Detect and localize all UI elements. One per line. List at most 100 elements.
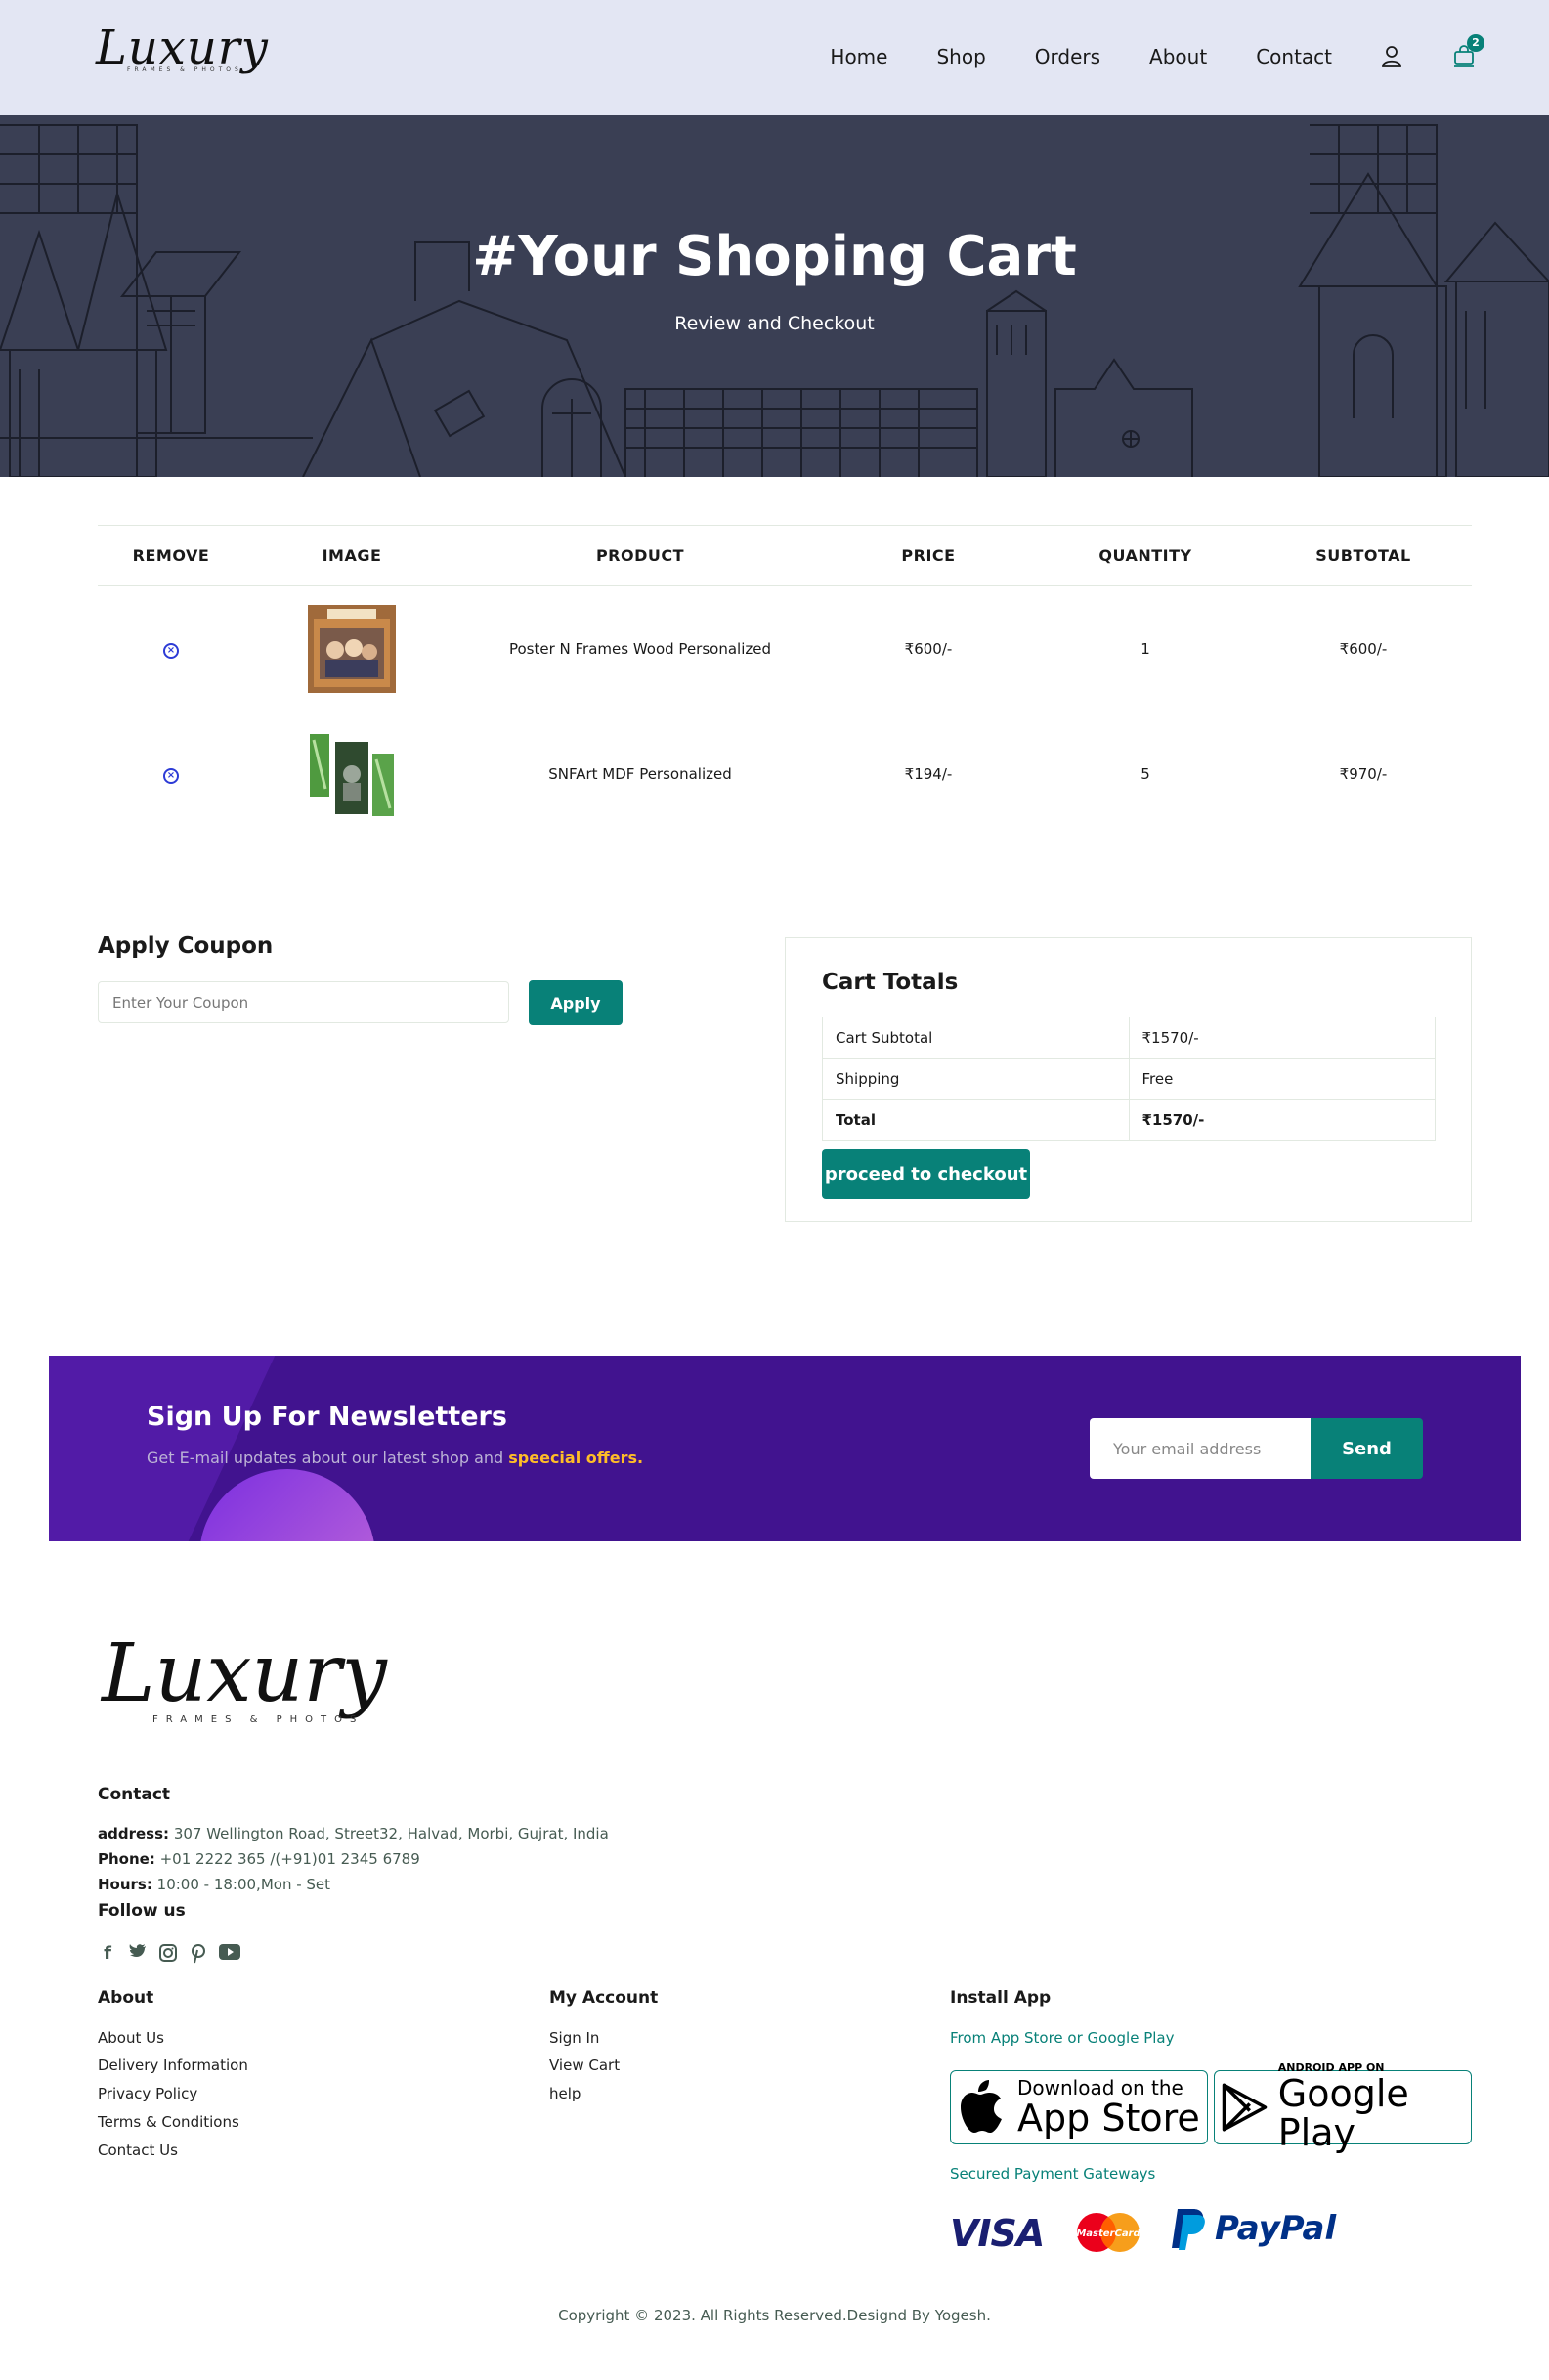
totals-value: Free [1128, 1058, 1436, 1100]
footer-payment-title: Secured Payment Gateways [950, 2165, 1156, 2183]
nav-about[interactable]: About [1149, 45, 1207, 68]
google-play-badge[interactable]: ANDROID APP ON Google Play [1214, 2062, 1472, 2152]
hours-value: 10:00 - 18:00,Mon - Set [156, 1876, 331, 1893]
phone-value: +01 2222 365 /(+91)01 2345 6789 [159, 1850, 420, 1868]
footer-link-view-cart[interactable]: View Cart [549, 2056, 620, 2074]
app-store-small-text: Download on the [1017, 2076, 1183, 2099]
nav-home[interactable]: Home [830, 45, 887, 68]
newsletter-title: Sign Up For Newsletters [147, 1402, 507, 1432]
page-title: #Your Shoping Cart [472, 225, 1077, 288]
newsletter-banner: Sign Up For Newsletters Get E-mail updat… [49, 1356, 1521, 1541]
cart-totals-title: Cart Totals [822, 970, 959, 995]
navbar: Luxury FRAMES & PHOTOS Home Shop Orders … [0, 0, 1549, 115]
product-subtotal: ₹970/- [1339, 764, 1388, 783]
page-header-banner: #Your Shoping Cart Review and Checkout [0, 115, 1549, 477]
newsletter-decor-circle [199, 1469, 375, 1541]
remove-item-icon[interactable]: × [163, 767, 179, 784]
product-price: ₹600/- [904, 639, 953, 658]
logo[interactable]: Luxury FRAMES & PHOTOS [96, 22, 268, 90]
facebook-icon[interactable]: f [98, 1944, 117, 1964]
footer-link-contact-us[interactable]: Contact Us [98, 2142, 178, 2159]
footer-follow-title: Follow us [98, 1901, 186, 1921]
newsletter-subtitle-text: Get E-mail updates about our latest shop… [147, 1449, 504, 1467]
footer-contact-title: Contact [98, 1785, 171, 1804]
nav-shop[interactable]: Shop [936, 45, 985, 68]
totals-value: ₹1570/- [1128, 1017, 1436, 1059]
product-name[interactable]: Poster N Frames Wood Personalized [459, 586, 821, 712]
cart-table-header: REMOVE IMAGE PRODUCT PRICE QUANTITY SUBT… [98, 525, 1472, 586]
cart-totals-panel: Cart Totals Cart Subtotal ₹1570/- Shippi… [785, 937, 1472, 1222]
google-play-big-text: Google Play [1277, 2072, 1409, 2154]
col-remove: REMOVE [98, 525, 244, 586]
footer-about-title: About [98, 1988, 154, 2008]
pinterest-icon[interactable] [189, 1944, 208, 1964]
totals-row-subtotal: Cart Subtotal ₹1570/- [822, 1017, 1436, 1059]
footer-address: address: 307 Wellington Road, Street32, … [98, 1825, 609, 1842]
cart-table: REMOVE IMAGE PRODUCT PRICE QUANTITY SUBT… [98, 525, 1472, 837]
app-store-badge[interactable]: Download on the App Store [950, 2070, 1208, 2144]
mastercard-text: MasterCard [1076, 2229, 1140, 2239]
col-subtotal: SUBTOTAL [1255, 525, 1472, 586]
cart-icon[interactable]: 2 [1451, 34, 1484, 69]
footer-logo[interactable]: Luxury FRAMES & PHOTOS [102, 1627, 387, 1748]
cart-count-badge: 2 [1467, 34, 1484, 52]
newsletter-email-input[interactable] [1090, 1418, 1311, 1479]
coupon-title: Apply Coupon [98, 933, 274, 959]
col-price: PRICE [821, 525, 1036, 586]
footer-link-delivery[interactable]: Delivery Information [98, 2056, 248, 2074]
footer-hours: Hours: 10:00 - 18:00,Mon - Set [98, 1876, 330, 1893]
footer-install-title: Install App [950, 1988, 1052, 2008]
product-name[interactable]: SNFArt MDF Personalized [459, 712, 821, 837]
col-product: PRODUCT [459, 525, 821, 586]
nav-orders[interactable]: Orders [1035, 45, 1100, 68]
apple-icon [961, 2080, 1002, 2133]
col-quantity: QUANTITY [1036, 525, 1255, 586]
address-value: 307 Wellington Road, Street32, Halvad, M… [173, 1825, 609, 1842]
apply-coupon-button[interactable]: Apply [529, 980, 623, 1025]
footer-link-sign-in[interactable]: Sign In [549, 2029, 599, 2047]
copyright: Copyright © 2023. All Rights Reserved.De… [558, 2307, 991, 2324]
product-quantity[interactable]: 1 [1036, 586, 1255, 712]
visa-logo: VISA [950, 2212, 1045, 2255]
paypal-text: PayPal [1215, 2209, 1337, 2248]
social-links: f [98, 1944, 240, 1964]
footer-link-privacy[interactable]: Privacy Policy [98, 2085, 197, 2102]
footer-account-title: My Account [549, 1988, 659, 2008]
twitter-icon[interactable] [128, 1944, 148, 1964]
totals-label: Total [822, 1099, 1130, 1141]
footer-link-terms[interactable]: Terms & Conditions [98, 2113, 239, 2131]
col-image: IMAGE [244, 525, 459, 586]
product-quantity[interactable]: 5 [1036, 712, 1255, 837]
instagram-icon[interactable] [158, 1944, 178, 1964]
address-label: address: [98, 1825, 170, 1842]
totals-row-shipping: Shipping Free [822, 1058, 1436, 1100]
user-icon[interactable] [1379, 44, 1404, 69]
newsletter-subtitle: Get E-mail updates about our latest shop… [147, 1449, 643, 1467]
footer-logo-tagline: FRAMES & PHOTOS [152, 1714, 365, 1725]
totals-label: Cart Subtotal [822, 1017, 1130, 1059]
app-store-big-text: App Store [1017, 2097, 1200, 2140]
main-nav: Home Shop Orders About Contact 2 [781, 34, 1484, 76]
cart-totals-table: Cart Subtotal ₹1570/- Shipping Free Tota… [822, 1017, 1436, 1141]
mastercard-logo: MasterCard [1075, 2211, 1141, 2254]
footer-phone: Phone: +01 2222 365 /(+91)01 2345 6789 [98, 1850, 420, 1868]
footer-install-subtitle: From App Store or Google Play [950, 2029, 1175, 2047]
city-sketch-illustration [0, 124, 1549, 477]
newsletter-send-button[interactable]: Send [1311, 1418, 1423, 1479]
footer-logo-script: Luxury [102, 1627, 387, 1720]
product-subtotal: ₹600/- [1339, 639, 1388, 658]
hours-label: Hours: [98, 1876, 152, 1893]
footer-link-about-us[interactable]: About Us [98, 2029, 164, 2047]
totals-row-total: Total ₹1570/- [822, 1099, 1436, 1141]
proceed-to-checkout-button[interactable]: proceed to checkout [822, 1149, 1030, 1199]
product-price: ₹194/- [904, 764, 953, 783]
footer-link-help[interactable]: help [549, 2085, 581, 2102]
youtube-icon[interactable] [219, 1944, 240, 1964]
coupon-input[interactable] [98, 981, 509, 1023]
page-subtitle: Review and Checkout [674, 313, 875, 334]
nav-contact[interactable]: Contact [1256, 45, 1332, 68]
remove-item-icon[interactable]: × [163, 642, 179, 659]
product-image[interactable] [308, 729, 396, 818]
product-image[interactable] [308, 604, 396, 693]
phone-label: Phone: [98, 1850, 155, 1868]
